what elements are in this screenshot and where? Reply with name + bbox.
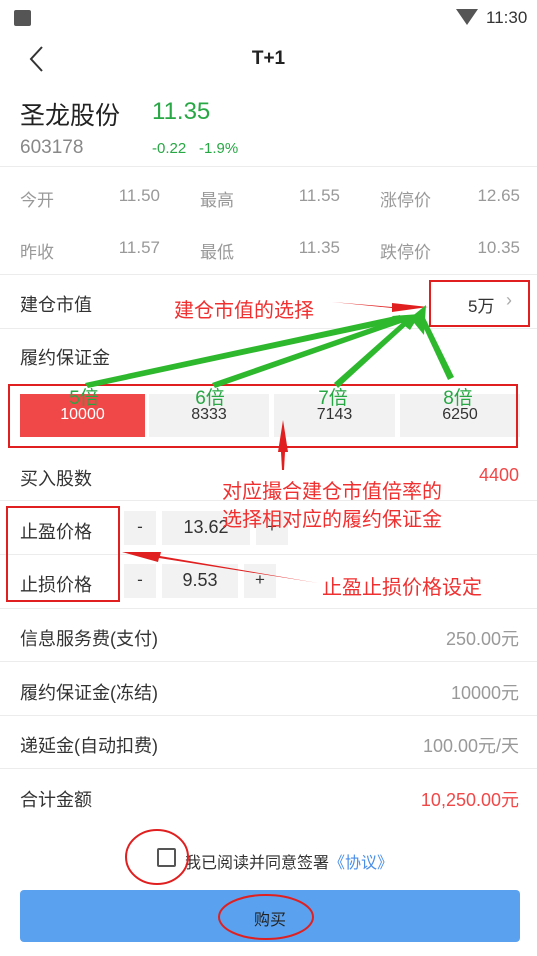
high-value: 11.55 — [298, 186, 340, 205]
multiplier-label: 5倍 — [69, 388, 99, 409]
stop-loss-label: 止损价格 — [20, 575, 92, 595]
low-label: 最低 — [200, 243, 234, 262]
annotation-arrow — [281, 452, 285, 470]
divider — [0, 661, 537, 662]
shares-value: 4400 — [478, 465, 519, 485]
annotation-margin-note-2: 选择相对应的履约保证金 — [222, 509, 442, 531]
high-label: 最高 — [200, 191, 234, 210]
deferral-fee-label: 递延金(自动扣费) — [20, 736, 158, 756]
divider — [0, 768, 537, 769]
prev-close-value: 11.57 — [118, 238, 160, 257]
nav-bar: T+1 — [0, 34, 537, 86]
divider — [0, 715, 537, 716]
margin-frozen-value: 10000元 — [450, 683, 519, 703]
info-fee-label: 信息服务费(支付) — [20, 629, 158, 649]
divider — [0, 554, 537, 555]
open-label: 今开 — [20, 191, 54, 210]
multiplier-label: 8倍 — [443, 388, 473, 409]
stop-loss-plus-button[interactable]: + — [244, 564, 276, 598]
stock-change-pct: -1.9% — [199, 140, 239, 157]
total-value: 10,250.00元 — [420, 790, 519, 810]
divider — [0, 274, 537, 275]
stock-price: 11.35 — [152, 98, 211, 125]
limit-up-value: 12.65 — [477, 186, 520, 205]
status-time: 11:30 — [486, 8, 528, 27]
limit-down-label: 跌停价 — [380, 243, 431, 262]
shares-label: 买入股数 — [20, 469, 92, 489]
deferral-fee-value: 100.00元/天 — [422, 736, 519, 756]
position-amount-selector[interactable]: 5万 › — [432, 284, 524, 320]
chevron-right-icon: › — [506, 290, 512, 310]
take-profit-minus-button[interactable]: - — [124, 511, 156, 545]
agreement-link[interactable]: 《协议》 — [329, 855, 393, 872]
open-value: 11.50 — [118, 186, 160, 205]
stock-change: -0.22 — [152, 140, 187, 157]
position-label: 建仓市值 — [20, 295, 92, 315]
page-title: T+1 — [251, 48, 286, 69]
limit-down-value: 10.35 — [477, 238, 520, 257]
limit-up-label: 涨停价 — [380, 191, 431, 210]
low-value: 11.35 — [298, 238, 340, 257]
margin-frozen-label: 履约保证金(冻结) — [20, 683, 158, 703]
stock-name: 圣龙股份 — [20, 102, 121, 130]
margin-label: 履约保证金 — [20, 348, 110, 368]
agreement-checkbox[interactable] — [157, 848, 176, 867]
info-fee-value: 250.00元 — [445, 629, 519, 649]
wifi-icon — [456, 9, 478, 25]
multiplier-label: 6倍 — [195, 388, 225, 409]
shopping-bag-icon — [14, 10, 31, 26]
status-bar: 11:30 — [0, 0, 537, 34]
divider — [0, 328, 537, 329]
total-label: 合计金额 — [20, 790, 92, 810]
stop-loss-minus-button[interactable]: - — [124, 564, 156, 598]
annotation-position-note: 建仓市值的选择 — [174, 300, 314, 322]
buy-button[interactable]: 购买 — [20, 890, 520, 942]
take-profit-label: 止盈价格 — [20, 522, 92, 542]
annotation-margin-note-1: 对应撮合建仓市值倍率的 — [222, 481, 442, 503]
divider — [0, 608, 537, 609]
prev-close-label: 昨收 — [20, 243, 54, 262]
annotation-arrow — [332, 302, 428, 312]
annotation-price-note: 止盈止损价格设定 — [322, 577, 482, 599]
agreement-text: 我已阅读并同意签署 — [185, 855, 330, 872]
multiplier-label: 7倍 — [318, 388, 348, 409]
divider — [0, 166, 537, 167]
position-amount-value: 5万 — [468, 297, 495, 316]
stop-loss-input[interactable]: 9.53 — [162, 564, 238, 598]
stock-code: 603178 — [20, 137, 84, 158]
